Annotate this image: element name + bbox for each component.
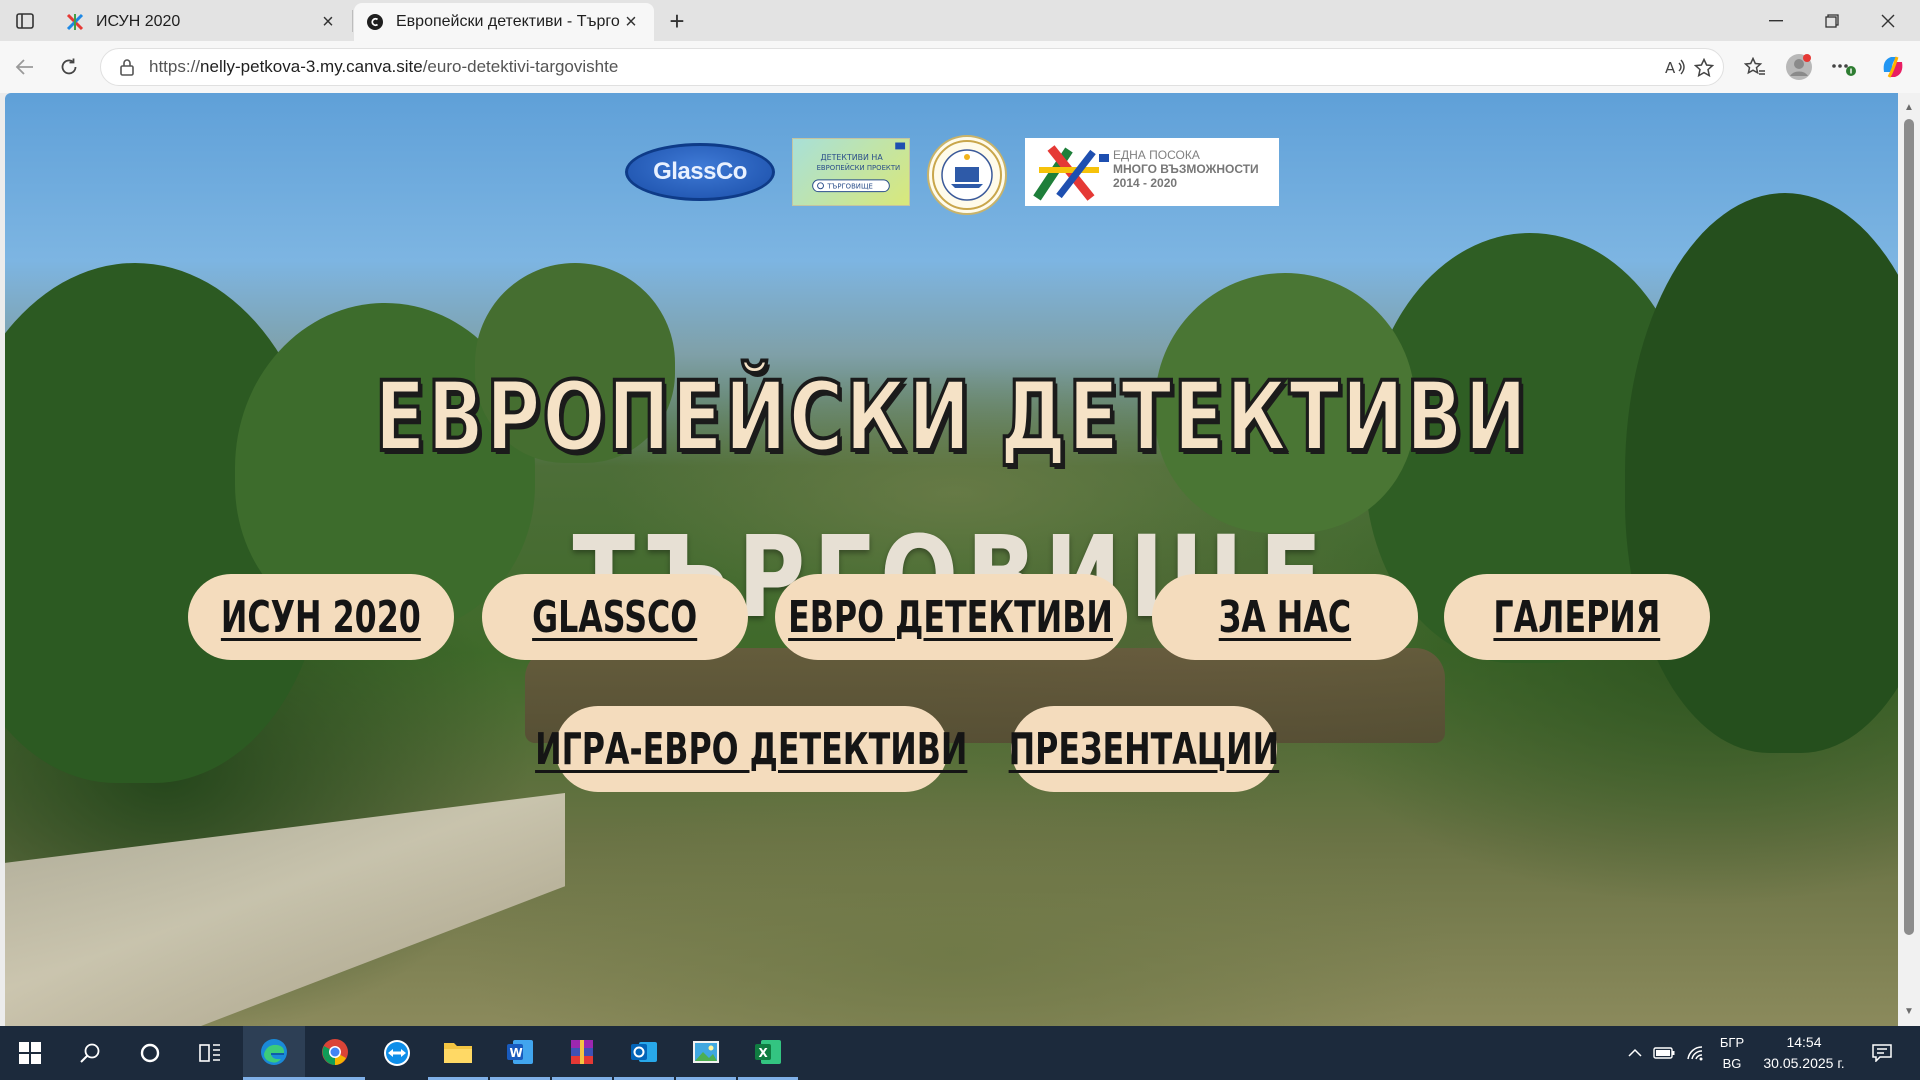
word-taskbar-icon[interactable]: W bbox=[490, 1026, 550, 1080]
detectives-logo-line2: ЕВРОПЕЙСКИ ПРОЕКТИ bbox=[817, 163, 901, 172]
web-page-viewport: GlassCo ДЕТЕКТИВИ НА ЕВРОПЕЙСКИ ПРОЕКТИ … bbox=[5, 93, 1898, 1026]
school-emblem-icon bbox=[932, 140, 1002, 210]
nav-button-gallery[interactable]: ГАЛЕРИЯ bbox=[1444, 574, 1710, 660]
partner-logos: GlassCo ДЕТЕКТИВИ НА ЕВРОПЕЙСКИ ПРОЕКТИ … bbox=[5, 135, 1898, 215]
favorites-icon[interactable] bbox=[1738, 50, 1772, 84]
minimize-icon[interactable] bbox=[1748, 0, 1804, 41]
close-window-icon[interactable] bbox=[1860, 0, 1916, 41]
detectives-logo-search: ТЪРГОВИЩЕ bbox=[826, 183, 872, 191]
eu-slogan-line1: ЕДНА ПОСОКА bbox=[1113, 148, 1200, 162]
eu-programme-mark-icon bbox=[1033, 145, 1109, 201]
input-language-bottom: BG bbox=[1722, 1056, 1742, 1071]
nav-button-euro-detectives[interactable]: ЕВРО ДЕТЕКТИВИ bbox=[775, 574, 1127, 660]
isun-favicon-icon bbox=[66, 13, 84, 31]
nav-button-about-us[interactable]: ЗА НАС bbox=[1152, 574, 1418, 660]
profile-avatar-icon[interactable] bbox=[1782, 50, 1816, 84]
browser-tab-strip: ИСУН 2020 × Европейски детективи - Търго… bbox=[0, 0, 1920, 41]
tab-actions-icon[interactable] bbox=[10, 6, 40, 36]
url-protocol: https:// bbox=[149, 57, 201, 76]
scroll-thumb[interactable] bbox=[1904, 119, 1914, 935]
nav-button-euro-detectives-game[interactable]: ИГРА-ЕВРО ДЕТЕКТИВИ bbox=[535, 706, 968, 792]
glassco-logo[interactable]: GlassCo bbox=[625, 143, 775, 201]
wifi-icon[interactable] bbox=[1682, 1026, 1710, 1080]
windows-taskbar: W X БГР BG 14:54 30.05.2025 г. bbox=[0, 1026, 1920, 1080]
back-icon[interactable] bbox=[8, 50, 42, 84]
svg-text:X: X bbox=[759, 1046, 769, 1060]
input-language-indicator[interactable]: БГР BG bbox=[1715, 1032, 1749, 1074]
tab-isun[interactable]: ИСУН 2020 × bbox=[54, 3, 351, 41]
tab-title: Европейски детективи - Търговище bbox=[396, 13, 620, 30]
nav-button-presentations[interactable]: ПРЕЗЕНТАЦИИ bbox=[1008, 706, 1280, 792]
refresh-icon[interactable] bbox=[52, 50, 86, 84]
glassco-logo-text: GlassCo bbox=[653, 158, 747, 185]
winrar-taskbar-icon[interactable] bbox=[552, 1026, 612, 1080]
windows-start-icon[interactable] bbox=[0, 1026, 60, 1080]
more-menu-icon[interactable] bbox=[1826, 50, 1860, 84]
european-detectives-logo[interactable]: ДЕТЕКТИВИ НА ЕВРОПЕЙСКИ ПРОЕКТИ ТЪРГОВИЩ… bbox=[792, 138, 910, 206]
favorite-star-icon[interactable] bbox=[1687, 51, 1721, 85]
site-info-icon[interactable] bbox=[115, 55, 139, 79]
eu-slogan-line2: МНОГО ВЪЗМОЖНОСТИ bbox=[1113, 162, 1259, 176]
show-hidden-icons-icon[interactable] bbox=[1622, 1026, 1648, 1080]
detectives-logo-line1: ДЕТЕКТИВИ НА bbox=[821, 153, 884, 162]
nav-button-label: GLASSCO bbox=[532, 591, 698, 643]
restore-icon[interactable] bbox=[1804, 0, 1860, 41]
eu-programme-logo[interactable]: ЕДНА ПОСОКА МНОГО ВЪЗМОЖНОСТИ 2014 - 202… bbox=[1025, 138, 1279, 206]
nav-button-label: ИГРА-ЕВРО ДЕТЕКТИВИ bbox=[535, 723, 968, 775]
tree-shape bbox=[1625, 193, 1898, 753]
photos-taskbar-icon[interactable] bbox=[676, 1026, 736, 1080]
nav-button-glassco[interactable]: GLASSCO bbox=[482, 574, 748, 660]
outlook-taskbar-icon[interactable] bbox=[614, 1026, 674, 1080]
nav-button-label: ИСУН 2020 bbox=[221, 591, 421, 643]
nav-button-label: ГАЛЕРИЯ bbox=[1493, 591, 1661, 643]
tab-separator bbox=[352, 10, 353, 32]
browser-toolbar: https://nelly-petkova-3.my.canva.site/eu… bbox=[0, 41, 1920, 93]
battery-icon[interactable] bbox=[1650, 1026, 1678, 1080]
scroll-down-icon[interactable]: ▼ bbox=[1903, 1005, 1915, 1017]
clock-time: 14:54 bbox=[1786, 1034, 1822, 1050]
new-tab-icon[interactable]: + bbox=[662, 6, 692, 36]
file-explorer-taskbar-icon[interactable] bbox=[428, 1026, 488, 1080]
nav-button-isun-2020[interactable]: ИСУН 2020 bbox=[188, 574, 454, 660]
eu-programme-slogan: ЕДНА ПОСОКА МНОГО ВЪЗМОЖНОСТИ 2014 - 202… bbox=[1113, 148, 1259, 190]
teamviewer-taskbar-icon[interactable] bbox=[367, 1026, 427, 1080]
address-bar[interactable]: https://nelly-petkova-3.my.canva.site/eu… bbox=[100, 48, 1724, 86]
url-host: nelly-petkova-3.my.canva.site bbox=[200, 57, 423, 76]
nav-button-label: ЗА НАС bbox=[1218, 591, 1352, 643]
clock-date: 30.05.2025 г. bbox=[1763, 1055, 1845, 1071]
search-icon[interactable] bbox=[60, 1026, 120, 1080]
system-clock[interactable]: 14:54 30.05.2025 г. bbox=[1754, 1032, 1854, 1074]
nav-button-label: ПРЕЗЕНТАЦИИ bbox=[1008, 723, 1280, 775]
eu-slogan-line3: 2014 - 2020 bbox=[1113, 176, 1178, 190]
task-view-icon[interactable] bbox=[180, 1026, 240, 1080]
canva-favicon-icon bbox=[366, 13, 384, 31]
copilot-icon[interactable] bbox=[1876, 50, 1910, 84]
detectives-logo-art: ДЕТЕКТИВИ НА ЕВРОПЕЙСКИ ПРОЕКТИ ТЪРГОВИЩ… bbox=[812, 142, 906, 193]
edge-taskbar-icon[interactable] bbox=[243, 1026, 305, 1080]
excel-taskbar-icon[interactable]: X bbox=[738, 1026, 798, 1080]
tab-title: ИСУН 2020 bbox=[96, 13, 181, 30]
chrome-taskbar-icon[interactable] bbox=[305, 1026, 365, 1080]
school-emblem-logo[interactable] bbox=[927, 135, 1007, 215]
cortana-icon[interactable] bbox=[120, 1026, 180, 1080]
svg-text:A: A bbox=[1665, 59, 1676, 77]
page-title: ЕВРОПЕЙСКИ ДЕТЕКТИВИ bbox=[373, 359, 1529, 475]
close-tab-icon[interactable]: × bbox=[317, 11, 339, 33]
url-text: https://nelly-petkova-3.my.canva.site/eu… bbox=[149, 57, 618, 77]
url-path: /euro-detektivi-targovishte bbox=[422, 57, 619, 76]
page-scrollbar[interactable]: ▲ ▼ bbox=[1898, 93, 1920, 1026]
notifications-icon[interactable] bbox=[1862, 1026, 1902, 1080]
close-tab-icon[interactable]: × bbox=[620, 11, 642, 33]
tab-euro-detectives[interactable]: Европейски детективи - Търговище × bbox=[354, 3, 654, 41]
scroll-up-icon[interactable]: ▲ bbox=[1903, 101, 1915, 113]
stairs-shape bbox=[5, 793, 565, 1026]
nav-button-label: ЕВРО ДЕТЕКТИВИ bbox=[788, 591, 1114, 643]
svg-text:W: W bbox=[510, 1046, 523, 1060]
input-language-top: БГР bbox=[1719, 1035, 1745, 1050]
